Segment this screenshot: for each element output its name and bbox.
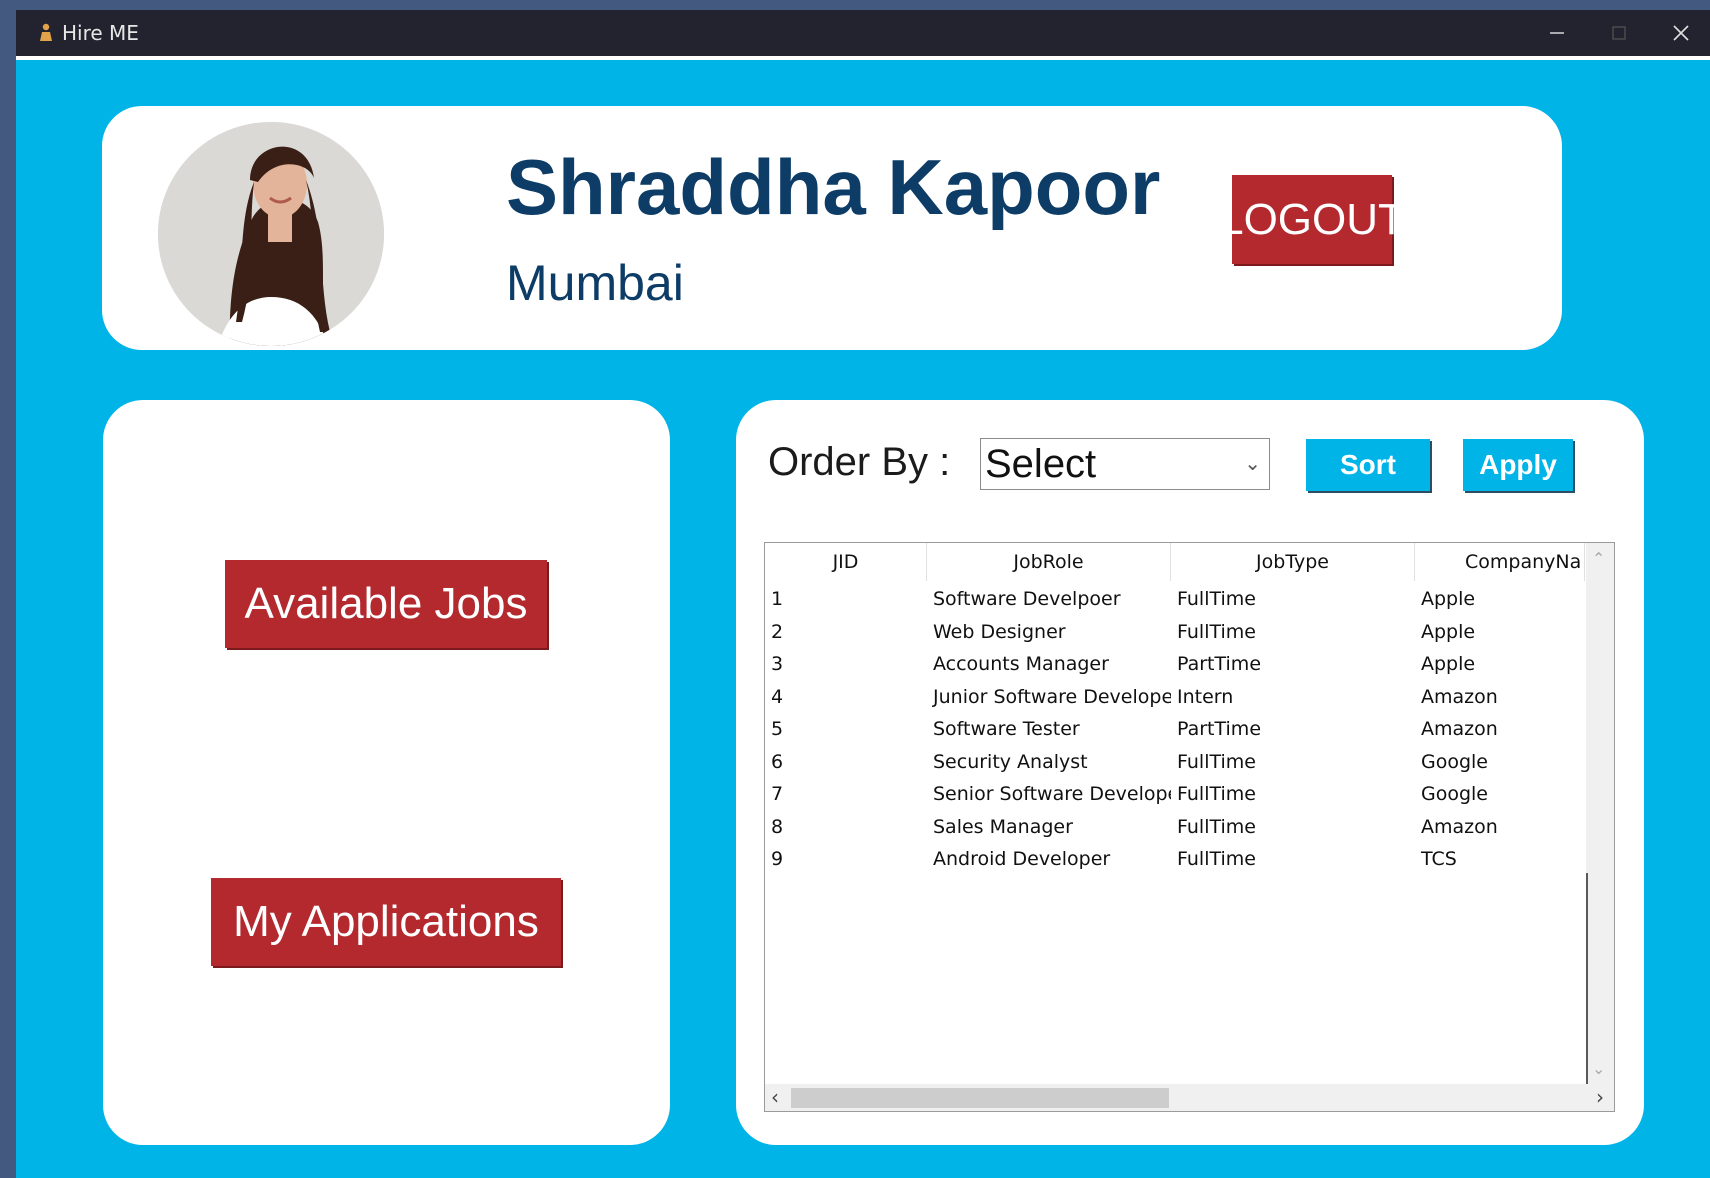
table-row[interactable]: 1 Software Develpoer FullTime Apple <box>765 583 1585 616</box>
column-header[interactable]: JobType <box>1171 543 1415 581</box>
table-row[interactable]: 3 Accounts Manager PartTime Apple <box>765 648 1585 681</box>
table-cell: Amazon <box>1421 685 1498 708</box>
table-header: JID JobRole JobType CompanyNa <box>765 543 1585 581</box>
close-button[interactable] <box>1650 10 1710 56</box>
window-title: Hire ME <box>62 21 139 45</box>
window-border <box>16 56 1710 60</box>
minimize-icon <box>1550 32 1564 34</box>
table-row[interactable]: 5 Software Tester PartTime Amazon <box>765 713 1585 746</box>
table-cell: 5 <box>771 718 784 740</box>
maximize-button[interactable] <box>1588 10 1650 56</box>
table-row[interactable]: 4 Junior Software Developer Intern Amazon <box>765 681 1585 714</box>
table-cell: TCS <box>1421 848 1457 870</box>
table-cell: FullTime <box>1177 750 1256 773</box>
chevron-down-icon[interactable]: ⌄ <box>1592 1059 1605 1078</box>
user-name: Shraddha Kapoor <box>506 143 1161 231</box>
table-cell: Amazon <box>1421 718 1498 740</box>
table-cell: Amazon <box>1421 815 1498 838</box>
order-by-select[interactable]: Select ⌄ <box>980 438 1270 490</box>
table-cell: 1 <box>771 588 784 610</box>
table-cell: FullTime <box>1177 783 1256 805</box>
table-cell: 9 <box>771 848 784 870</box>
table-cell: PartTime <box>1177 718 1262 740</box>
available-jobs-button[interactable]: Available Jobs <box>225 560 547 648</box>
avatar <box>158 122 384 346</box>
table-cell: 2 <box>771 620 784 643</box>
table-cell: FullTime <box>1177 588 1256 610</box>
profile-header: Shraddha Kapoor Mumbai LOGOUT <box>102 106 1562 350</box>
table-cell: Senior Software Developer <box>933 783 1171 805</box>
table-row[interactable]: 6 Security Analyst FullTime Google <box>765 746 1585 779</box>
table-cell: 4 <box>771 685 784 708</box>
table-cell: Google <box>1421 750 1489 773</box>
table-cell: PartTime <box>1177 653 1262 675</box>
table-row[interactable]: 8 Sales Manager FullTime Amazon <box>765 811 1585 844</box>
table-cell: 7 <box>771 783 784 805</box>
scrollbar-thumb[interactable] <box>791 1088 1169 1108</box>
minimize-button[interactable] <box>1526 10 1588 56</box>
sort-button[interactable]: Sort <box>1306 439 1430 491</box>
profile-photo <box>158 122 384 346</box>
table-cell: Apple <box>1421 653 1476 675</box>
table-cell: FullTime <box>1177 620 1256 643</box>
navigation-panel: Available Jobs My Applications <box>103 400 670 1145</box>
table-row[interactable]: 7 Senior Software Developer FullTime Google <box>765 778 1585 811</box>
jobs-table[interactable]: JID JobRole JobType CompanyNa 1 Software … <box>764 542 1615 1112</box>
table-cell: Security Analyst <box>933 750 1088 773</box>
table-cell: Google <box>1421 783 1489 805</box>
divider <box>1586 873 1588 1085</box>
table-cell: Software Tester <box>933 718 1080 740</box>
table-row[interactable]: 2 Web Designer FullTime Apple <box>765 616 1585 649</box>
apply-button[interactable]: Apply <box>1463 439 1573 491</box>
horizontal-scrollbar[interactable]: ‹ › <box>765 1084 1614 1111</box>
logout-button[interactable]: LOGOUT <box>1219 175 1405 264</box>
table-cell: 6 <box>771 750 784 773</box>
column-header[interactable]: JobRole <box>927 543 1171 581</box>
column-header[interactable]: JID <box>765 543 927 581</box>
table-cell: Sales Manager <box>933 815 1073 838</box>
order-by-selected: Select <box>985 442 1097 486</box>
table-cell: Software Develpoer <box>933 588 1121 610</box>
person-icon <box>40 23 52 41</box>
table-cell: Android Developer <box>933 848 1111 870</box>
close-icon <box>1673 25 1689 41</box>
vertical-scrollbar[interactable]: ⌃ ⌄ <box>1586 543 1614 1085</box>
chevron-left-icon[interactable]: ‹ <box>771 1085 779 1109</box>
table-cell: Apple <box>1421 620 1476 643</box>
table-cell: Apple <box>1421 588 1476 610</box>
app-window: Hire ME Shraddha Kapoor Mumbai LOGOUT Av… <box>16 10 1710 1178</box>
column-header[interactable]: CompanyNa <box>1415 543 1585 581</box>
user-city: Mumbai <box>506 255 684 311</box>
table-cell: Accounts Manager <box>933 653 1109 675</box>
table-body: 1 Software Develpoer FullTime Apple 2 Web Des… <box>765 583 1585 876</box>
my-applications-button[interactable]: My Applications <box>211 878 561 966</box>
title-bar: Hire ME <box>16 10 1710 56</box>
table-cell: FullTime <box>1177 848 1256 870</box>
table-cell: 3 <box>771 653 784 675</box>
chevron-up-icon[interactable]: ⌃ <box>1592 549 1605 568</box>
chevron-down-icon: ⌄ <box>1244 453 1261 475</box>
table-cell: 8 <box>771 815 784 838</box>
maximize-icon <box>1612 26 1626 40</box>
table-cell: Intern <box>1177 685 1234 708</box>
table-cell: Web Designer <box>933 620 1066 643</box>
table-row[interactable]: 9 Android Developer FullTime TCS <box>765 843 1585 876</box>
chevron-right-icon[interactable]: › <box>1596 1085 1604 1109</box>
table-cell: Junior Software Developer <box>933 685 1171 708</box>
order-by-label: Order By : <box>768 440 951 484</box>
jobs-panel: Order By : Select ⌄ Sort Apply JID JobRo… <box>736 400 1644 1145</box>
table-cell: FullTime <box>1177 815 1256 838</box>
